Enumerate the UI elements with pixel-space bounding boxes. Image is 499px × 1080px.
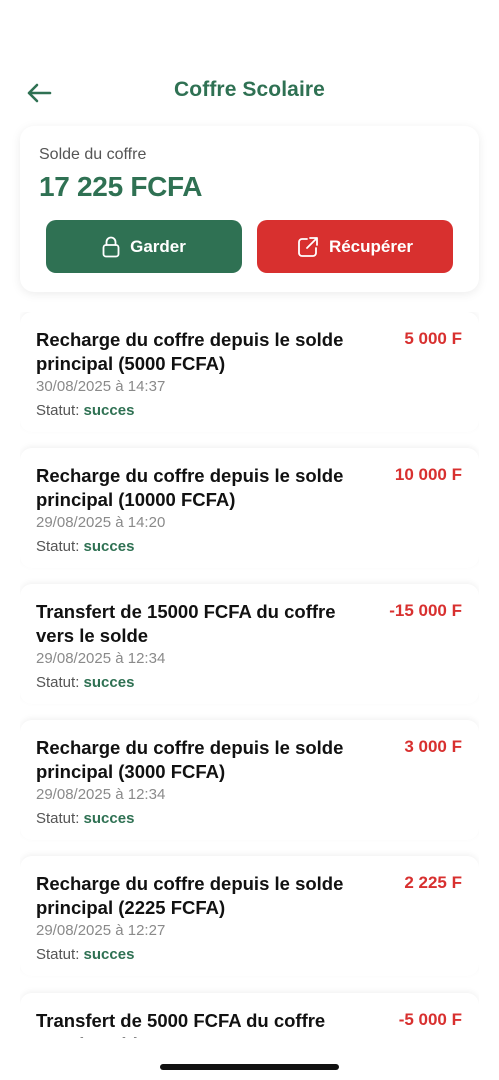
status-label: Statut: [36, 810, 80, 827]
transaction-title: Recharge du coffre depuis le solde princ… [36, 465, 344, 510]
balance-label: Solde du coffre [39, 146, 147, 163]
lock-icon [102, 236, 120, 257]
page-title: Coffre Scolaire [174, 78, 325, 101]
transaction-date: 29/08/2025 à 12:27 [36, 922, 166, 939]
transaction-amount: -5 000 F [398, 1010, 462, 1029]
transaction-amount: 3 000 F [404, 737, 462, 756]
transaction-date: 30/08/2025 à 14:37 [36, 378, 166, 395]
transaction-item[interactable]: Recharge du coffre depuis le solde princ… [20, 720, 479, 840]
home-indicator[interactable] [160, 1064, 339, 1070]
app-header: Coffre Scolaire [0, 68, 499, 116]
status-value: succes [83, 810, 135, 827]
balance-card: Solde du coffre 17 225 FCFA Garder Récup… [20, 126, 479, 292]
retrieve-button-label: Récupérer [328, 236, 414, 256]
status-label: Statut: [36, 674, 80, 691]
status-value: succes [83, 538, 135, 555]
transaction-date: 29/08/2025 à 12:34 [36, 650, 166, 667]
transaction-title: Transfert de 5000 FCFA du coffre vers le… [36, 1010, 326, 1038]
transaction-status: Statut: succes [36, 810, 134, 827]
transaction-item[interactable]: Transfert de 5000 FCFA du coffre vers le… [20, 993, 479, 1038]
transaction-status: Statut: succes [36, 402, 134, 419]
status-value: succes [83, 946, 135, 963]
external-link-icon [298, 236, 318, 257]
transaction-amount: 5 000 F [404, 329, 462, 348]
status-value: succes [83, 674, 135, 691]
transaction-date: 29/08/2025 à 14:20 [36, 514, 166, 531]
transaction-title: Recharge du coffre depuis le solde princ… [36, 873, 344, 918]
transaction-title: Transfert de 15000 FCFA du coffre vers l… [36, 601, 336, 646]
transaction-status: Statut: succes [36, 538, 134, 555]
keep-button[interactable]: Garder [46, 220, 242, 273]
transaction-title: Recharge du coffre depuis le solde princ… [36, 329, 344, 374]
keep-button-label: Garder [130, 236, 186, 256]
status-label: Statut: [36, 538, 80, 555]
status-label: Statut: [36, 402, 80, 419]
transaction-item[interactable]: Recharge du coffre depuis le solde princ… [20, 312, 479, 432]
balance-amount: 17 225 FCFA [39, 171, 203, 202]
status-value: succes [83, 402, 135, 419]
status-label: Statut: [36, 946, 80, 963]
transaction-status: Statut: succes [36, 946, 134, 963]
transaction-status: Statut: succes [36, 674, 134, 691]
retrieve-button[interactable]: Récupérer [257, 220, 453, 273]
transaction-item[interactable]: Recharge du coffre depuis le solde princ… [20, 448, 479, 568]
transaction-item[interactable]: Transfert de 15000 FCFA du coffre vers l… [20, 584, 479, 704]
transaction-title: Recharge du coffre depuis le solde princ… [36, 737, 344, 782]
transaction-date: 29/08/2025 à 12:34 [36, 786, 166, 803]
transaction-amount: 2 225 F [404, 873, 462, 892]
transaction-list[interactable]: Recharge du coffre depuis le solde princ… [20, 312, 479, 1038]
transaction-item[interactable]: Recharge du coffre depuis le solde princ… [20, 856, 479, 976]
transaction-amount: 10 000 F [394, 465, 462, 484]
transaction-amount: -15 000 F [389, 601, 462, 620]
